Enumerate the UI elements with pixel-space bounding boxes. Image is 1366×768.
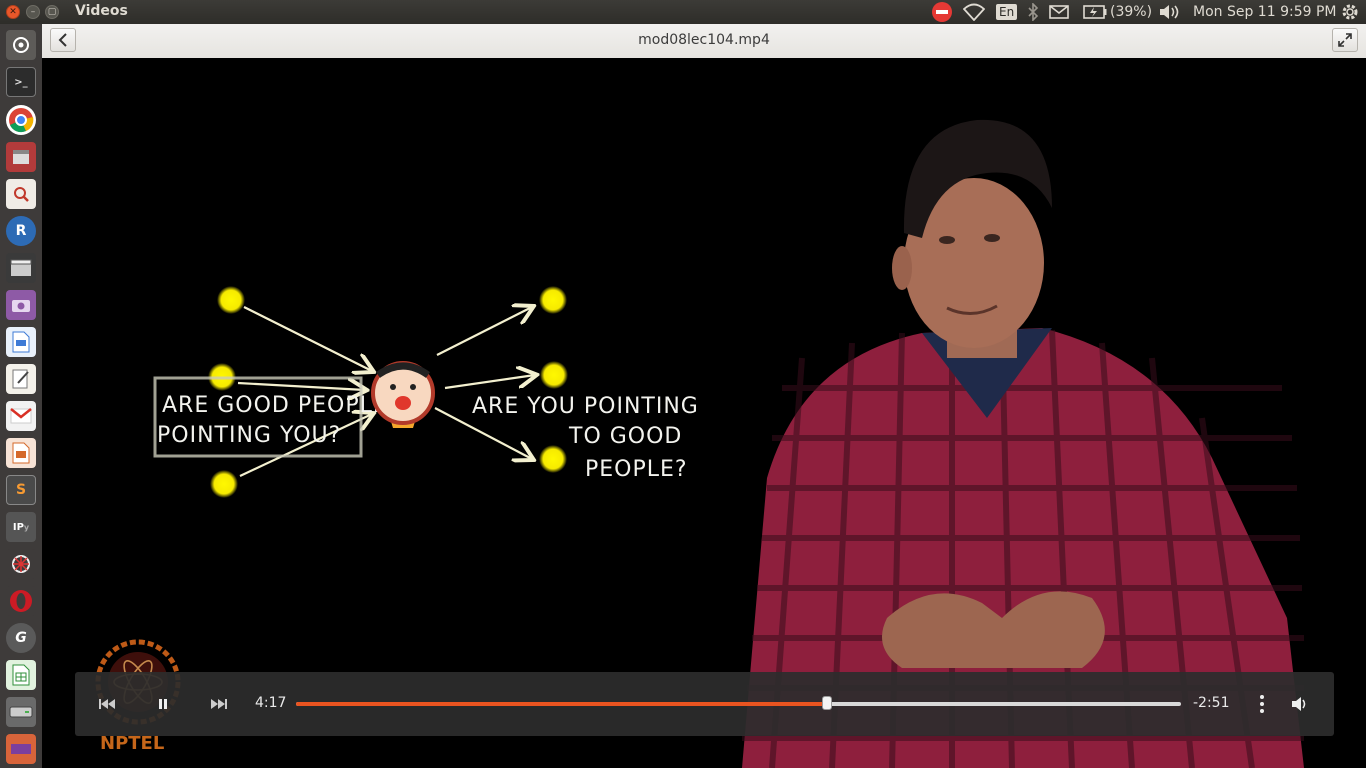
network-tool-icon[interactable] — [6, 549, 36, 579]
video-editor-icon[interactable] — [6, 253, 36, 283]
remaining-time: -2:51 — [1193, 695, 1230, 711]
screenshot-icon[interactable] — [6, 290, 36, 320]
text-editor-icon[interactable] — [6, 364, 36, 394]
app-title: Videos — [75, 3, 128, 19]
pause-icon — [159, 699, 167, 709]
node-dot — [217, 286, 245, 314]
video-frame[interactable]: ARE GOOD PEOPLE POINTING YOU? ARE YOU PO… — [42, 58, 1366, 768]
drive-icon[interactable] — [6, 697, 36, 727]
video-title: mod08lec104.mp4 — [638, 32, 770, 48]
r-language-icon[interactable]: R — [6, 216, 36, 246]
fullscreen-icon — [1338, 33, 1352, 47]
gmail-icon[interactable] — [6, 401, 36, 431]
wifi-icon[interactable] — [963, 2, 985, 22]
arrow-line — [444, 375, 535, 390]
arrow-line — [237, 383, 365, 390]
presentation-icon[interactable] — [6, 438, 36, 468]
node-dot — [539, 286, 567, 314]
nptel-label: NPTEL — [100, 733, 165, 754]
left-text-line2: POINTING YOU? — [157, 423, 341, 448]
dash-home-icon[interactable] — [6, 30, 36, 60]
window-maximize-button[interactable]: ▢ — [45, 5, 59, 19]
battery-icon — [1083, 5, 1107, 19]
clock[interactable]: Mon Sep 11 9:59 PM — [1193, 2, 1336, 22]
volume-button[interactable] — [1289, 692, 1311, 716]
right-text-line3: PEOPLE? — [585, 457, 688, 482]
seek-bar-played — [296, 702, 827, 706]
node-dot — [539, 445, 567, 473]
cartoon-character — [371, 361, 435, 428]
opera-icon[interactable] — [6, 586, 36, 616]
skip-forward-icon — [211, 699, 227, 709]
chrome-icon[interactable] — [6, 105, 36, 135]
archive-manager-icon[interactable] — [6, 142, 36, 172]
battery-indicator[interactable]: (39%) — [1083, 2, 1152, 22]
node-dot — [210, 470, 238, 498]
speaker-icon — [1292, 697, 1306, 711]
terminal-icon[interactable]: >_ — [6, 67, 36, 97]
node-dot — [540, 361, 568, 389]
seek-handle[interactable] — [822, 696, 832, 710]
software-updater-icon[interactable] — [6, 734, 36, 764]
spreadsheet-icon[interactable] — [6, 660, 36, 690]
skip-back-button[interactable] — [95, 692, 119, 716]
right-text-line1: ARE YOU POINTING — [472, 394, 699, 419]
top-panel: ✕ – ▢ Videos En (39%) Mon Sep 11 9:59 PM — [0, 0, 1366, 24]
ipython-icon[interactable]: IPy — [6, 512, 36, 542]
sublime-text-icon[interactable]: S — [6, 475, 36, 505]
keyboard-layout-label: En — [996, 4, 1018, 20]
pause-button[interactable] — [151, 692, 175, 716]
arrow-line — [243, 306, 372, 371]
player-controls: 4:17 -2:51 — [75, 672, 1334, 736]
right-text-line2: TO GOOD — [568, 424, 682, 449]
presenter-figure — [742, 119, 1304, 768]
launcher: >_ R S IPy G — [0, 24, 43, 768]
fullscreen-button[interactable] — [1332, 28, 1358, 52]
window-minimize-button[interactable]: – — [26, 5, 40, 19]
battery-percent: (39%) — [1110, 4, 1153, 20]
more-options-button[interactable] — [1255, 692, 1269, 716]
seek-bar[interactable] — [296, 696, 1181, 710]
kebab-menu-icon — [1260, 695, 1264, 713]
elapsed-time: 4:17 — [255, 695, 287, 711]
keyboard-layout-indicator[interactable]: En — [996, 2, 1018, 22]
skip-forward-button[interactable] — [207, 692, 231, 716]
skip-back-icon — [99, 699, 115, 709]
geogebra-icon[interactable]: G — [6, 623, 36, 653]
left-text-line1: ARE GOOD PEOPLE — [162, 393, 388, 418]
arrow-line — [436, 307, 532, 356]
lecture-scene: ARE GOOD PEOPLE POINTING YOU? ARE YOU PO… — [153, 119, 1304, 768]
volume-icon[interactable] — [1159, 2, 1181, 22]
writer-icon[interactable] — [6, 327, 36, 357]
do-not-disturb-icon[interactable] — [931, 2, 953, 22]
document-viewer-icon[interactable] — [6, 179, 36, 209]
window-close-button[interactable]: ✕ — [6, 5, 20, 19]
bluetooth-icon[interactable] — [1027, 2, 1039, 22]
mail-icon[interactable] — [1049, 2, 1069, 22]
system-gear-icon[interactable] — [1340, 2, 1360, 22]
header-bar: mod08lec104.mp4 — [42, 24, 1366, 59]
